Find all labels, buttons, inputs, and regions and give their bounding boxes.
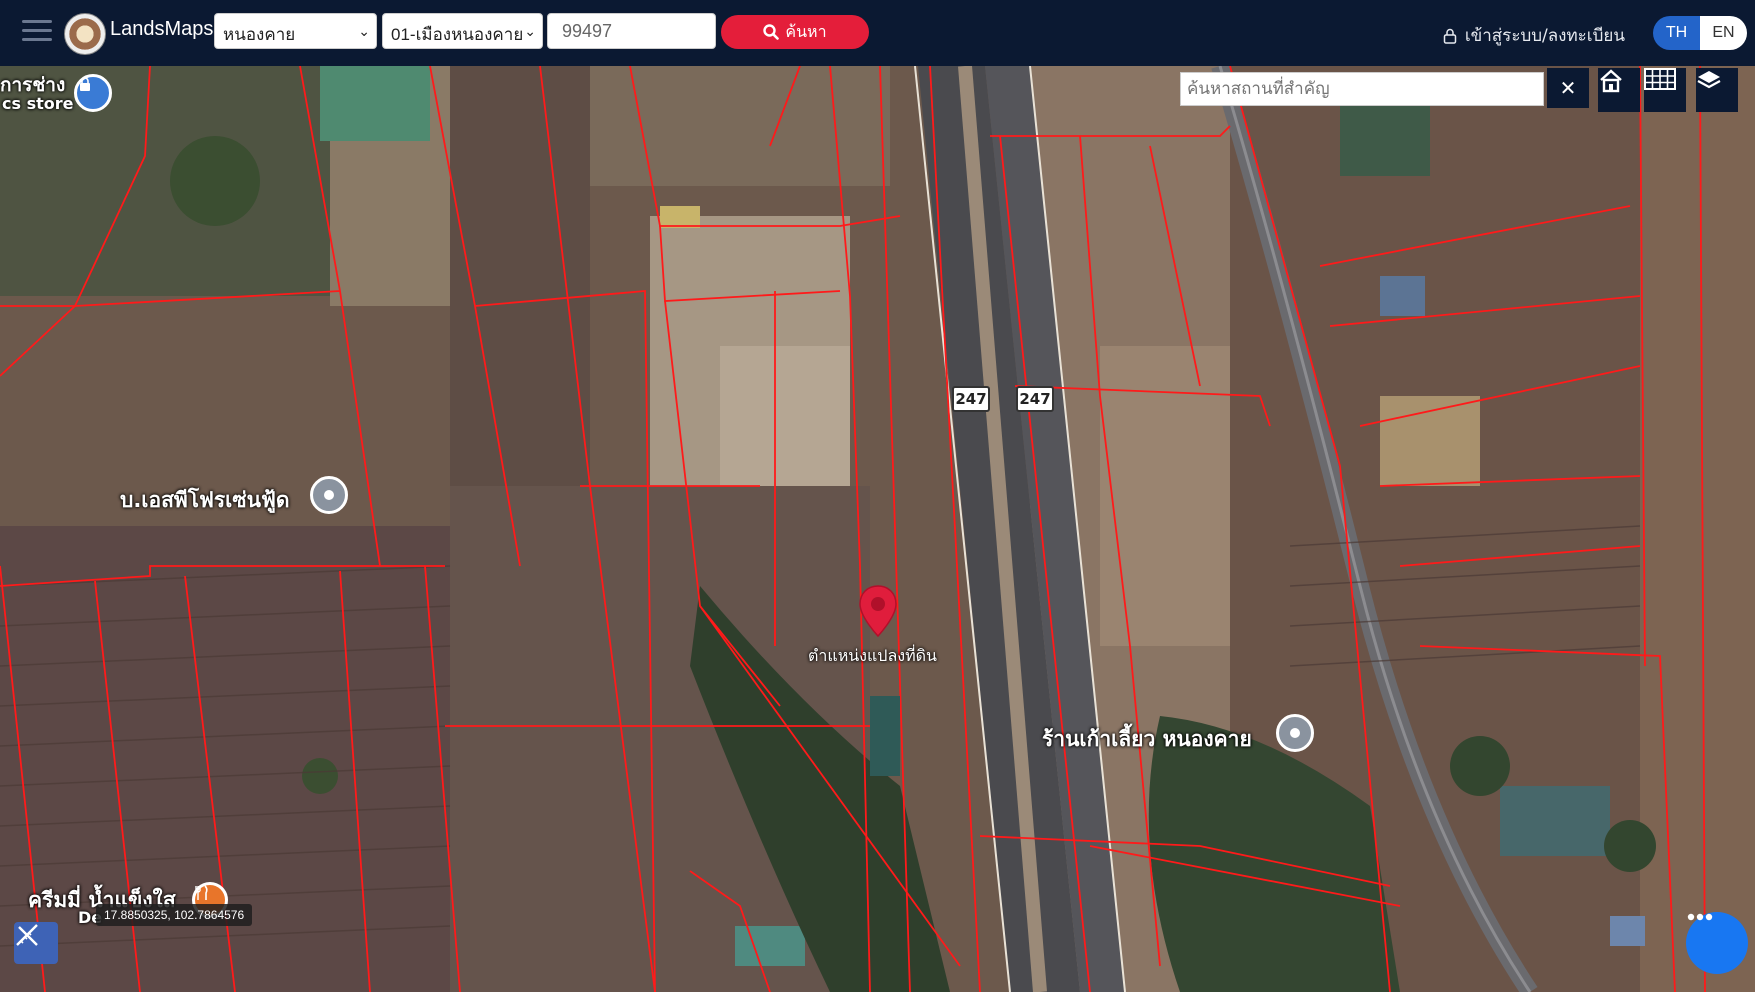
lock-bag-icon	[80, 77, 90, 91]
search-button[interactable]: ค้นหา	[721, 15, 869, 49]
chat-button[interactable]	[1686, 912, 1748, 974]
search-icon	[763, 24, 780, 40]
layers-button[interactable]	[1696, 68, 1738, 112]
grid-button[interactable]	[1644, 68, 1686, 112]
poi-store-sublabel: cs store	[2, 94, 74, 113]
home-icon	[1600, 69, 1622, 93]
lang-en-button[interactable]: EN	[1700, 16, 1747, 50]
shop-poi-icon[interactable]	[74, 74, 112, 112]
fork-knife-icon	[195, 885, 208, 900]
place-search-input[interactable]	[1180, 72, 1544, 106]
search-button-label: ค้นหา	[785, 23, 827, 41]
hamburger-menu-icon[interactable]	[22, 20, 52, 44]
parcel-number-input[interactable]	[547, 13, 716, 49]
parcel-marker-label: ตำแหน่งแปลงที่ดิน	[808, 646, 937, 665]
ruler-icon	[16, 924, 38, 946]
poi-food-company-label[interactable]: บ.เอสพีโฟรเซ่นฟู้ด	[120, 484, 289, 517]
layers-icon	[1697, 71, 1721, 89]
satellite-map	[0, 66, 1755, 992]
login-label: เข้าสู่ระบบ/ลงทะเบียน	[1464, 26, 1625, 46]
language-toggle: TH EN	[1653, 16, 1747, 50]
home-button[interactable]	[1598, 68, 1640, 112]
grid-icon	[1644, 68, 1676, 90]
lock-icon	[1443, 28, 1457, 44]
top-bar: LandsMaps หนองคาย ⌄ 01-เมืองหนองคาย ⌄ ค้…	[0, 0, 1755, 66]
chevron-down-icon: ⌄	[358, 23, 370, 39]
brand-name: LandsMaps	[110, 18, 214, 40]
district-select-value: 01-เมืองหนองคาย	[391, 25, 524, 44]
road-shield-label: 247	[955, 390, 987, 408]
close-icon: ✕	[1559, 76, 1577, 100]
measure-tool-button[interactable]	[14, 922, 58, 964]
place-poi-icon[interactable]	[1276, 714, 1314, 752]
department-logo	[64, 13, 106, 55]
clear-search-button[interactable]: ✕	[1547, 68, 1589, 108]
map-pin-icon[interactable]	[858, 584, 898, 638]
login-link[interactable]: เข้าสู่ระบบ/ลงทะเบียน	[1443, 22, 1625, 49]
province-select[interactable]: หนองคาย ⌄	[214, 13, 377, 49]
poi-restaurant-label[interactable]: ร้านเก้าเลี้ยว หนองคาย	[1042, 723, 1252, 756]
lang-th-button[interactable]: TH	[1653, 16, 1700, 50]
map-view[interactable]: 247 247 การช่าง cs store บ.เอสพีโฟรเซ่นฟ…	[0, 66, 1755, 992]
chat-icon	[1687, 913, 1713, 921]
province-select-value: หนองคาย	[223, 25, 296, 44]
coordinate-readout: 17.8850325, 102.7864576	[96, 904, 253, 926]
district-select[interactable]: 01-เมืองหนองคาย ⌄	[382, 13, 543, 49]
chevron-down-icon: ⌄	[524, 23, 536, 39]
road-shield-label: 247	[1019, 390, 1051, 408]
place-poi-icon[interactable]	[310, 476, 348, 514]
road-shield-247-right: 247	[1016, 386, 1054, 412]
road-shield-247-left: 247	[952, 386, 990, 412]
